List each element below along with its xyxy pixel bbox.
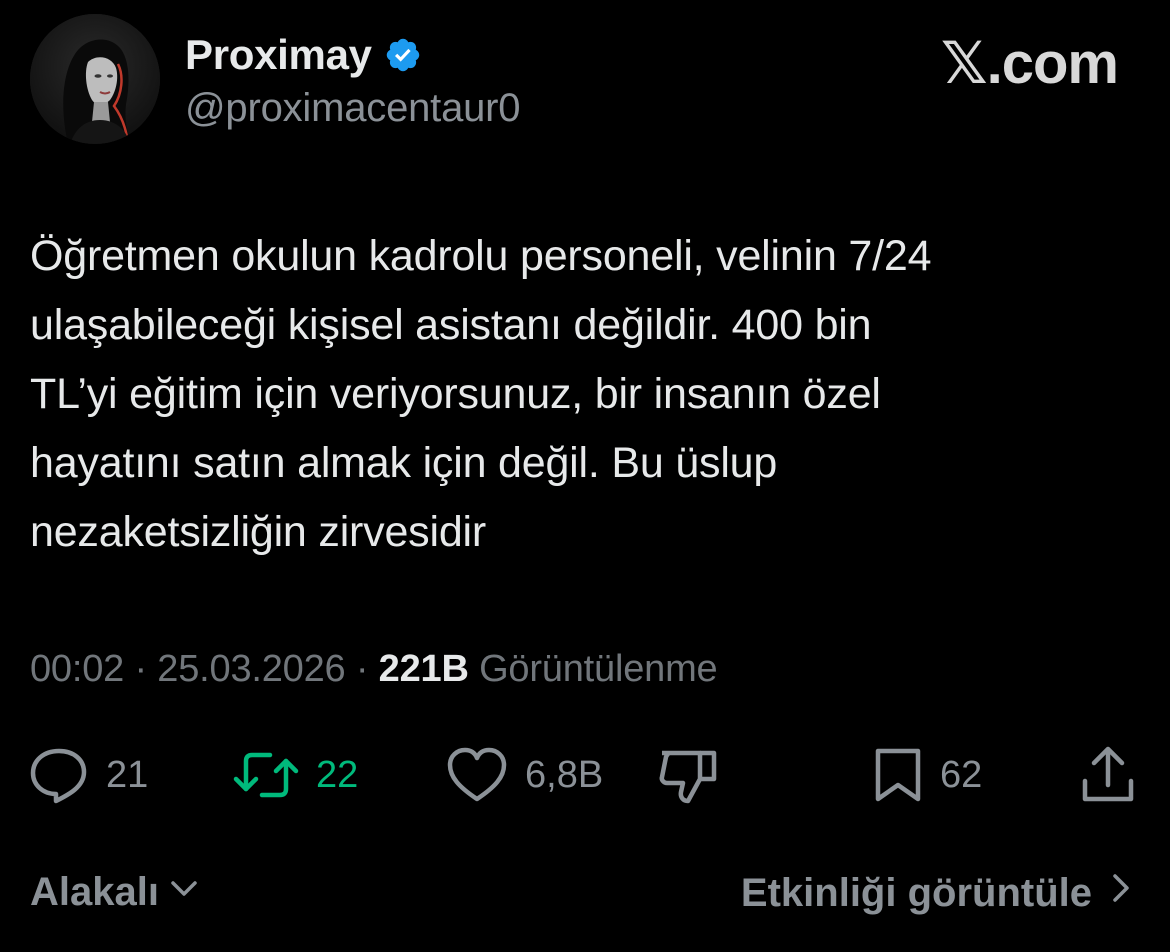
reply-icon: [28, 745, 90, 805]
bookmark-count: 62: [940, 753, 983, 796]
views-label: Görüntülenme: [479, 648, 718, 690]
meta-separator: ·: [134, 648, 147, 690]
share-button[interactable]: [1080, 745, 1136, 805]
verified-badge-icon: [384, 36, 422, 74]
view-activity-label: Etkinliği görüntüle: [740, 870, 1092, 915]
tweet-text-line: ulaşabileceği kişisel asistanı değildir.…: [30, 301, 872, 349]
retweet-count: 22: [316, 753, 359, 796]
like-button[interactable]: 6,8B: [445, 745, 603, 805]
tweet-text-line: TL’yi eğitim için veriyorsunuz, bir insa…: [30, 370, 881, 418]
tweet-meta: 00:02 · 25.03.2026 · 221B Görüntülenme: [30, 648, 718, 691]
tweet-date[interactable]: 25.03.2026: [157, 648, 345, 690]
heart-icon: [445, 745, 509, 805]
x-com-watermark: 𝕏.com: [940, 31, 1119, 96]
dislike-button[interactable]: [658, 745, 718, 805]
share-icon: [1080, 745, 1136, 805]
tweet-text-line: Öğretmen okulun kadrolu personeli, velin…: [30, 232, 932, 280]
like-count: 6,8B: [525, 753, 604, 796]
avatar[interactable]: [30, 14, 160, 144]
tweet-time[interactable]: 00:02: [30, 648, 124, 690]
views-count[interactable]: 221B: [379, 648, 469, 690]
tweet-text-line: hayatını satın almak için değil. Bu üslu…: [30, 439, 778, 487]
tweet-text-line: nezaketsizliğin zirvesidir: [30, 508, 487, 556]
reply-count: 21: [106, 753, 149, 796]
reply-button[interactable]: 21: [28, 745, 148, 805]
chevron-down-icon: [167, 870, 201, 915]
sort-replies-button[interactable]: Alakalı: [30, 870, 201, 915]
author-name-row: Proximay: [185, 30, 422, 80]
view-activity-link[interactable]: Etkinliği görüntüle: [741, 870, 1132, 916]
author-handle[interactable]: @proximacentaur0: [185, 86, 521, 131]
sort-label: Alakalı: [30, 870, 159, 914]
thumbs-down-icon: [658, 745, 718, 805]
retweet-button[interactable]: 22: [232, 745, 358, 805]
tweet-text: Öğretmen okulun kadrolu personeli, velin…: [30, 222, 1140, 567]
bookmark-icon: [872, 745, 924, 805]
meta-separator: ·: [355, 648, 369, 690]
avatar-image: [30, 14, 160, 144]
bookmark-button[interactable]: 62: [872, 745, 982, 805]
display-name[interactable]: Proximay: [185, 31, 372, 79]
retweet-icon: [232, 745, 300, 805]
chevron-right-icon: [1110, 870, 1132, 916]
